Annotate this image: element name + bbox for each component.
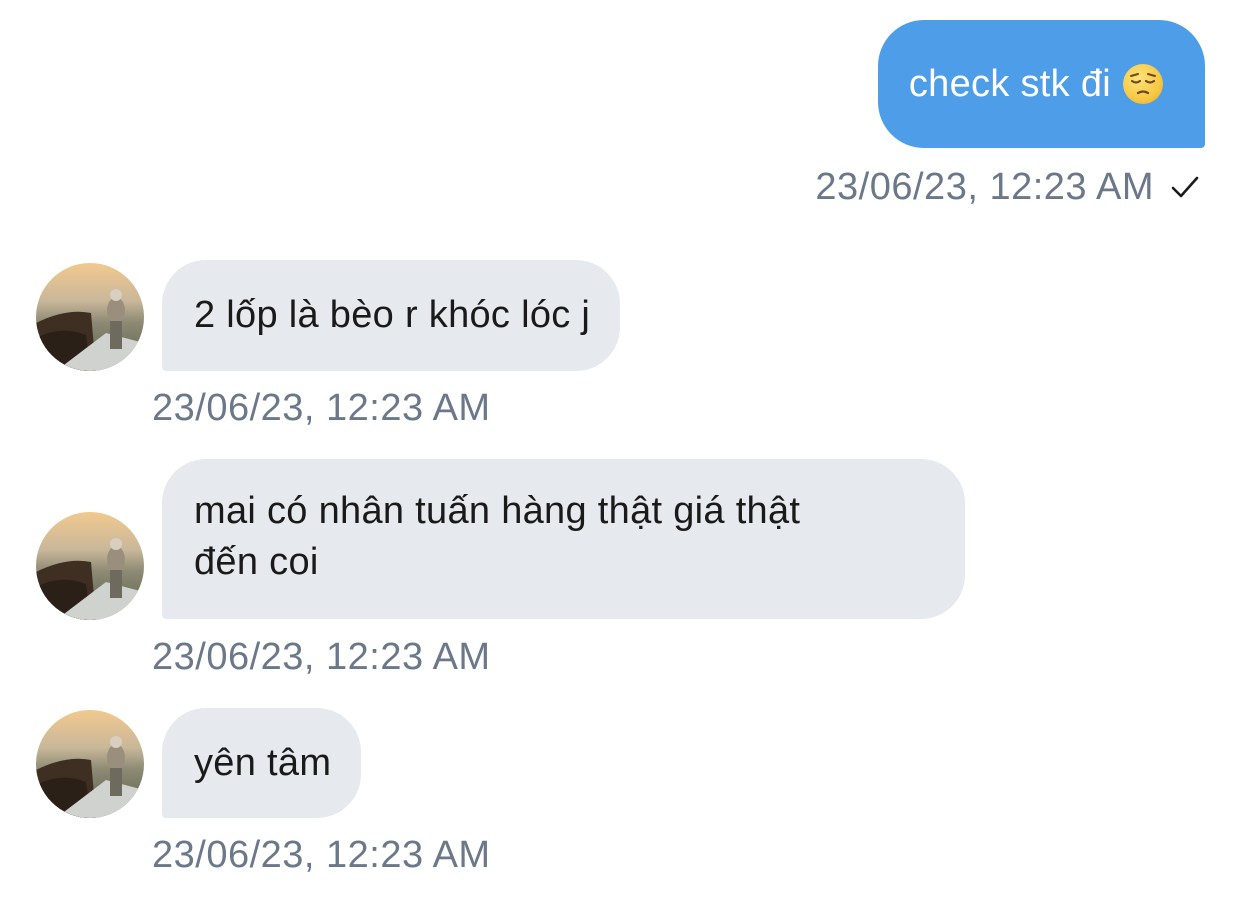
message-text-line: mai có nhân tuấn hàng thật giá thật — [194, 490, 801, 532]
message-text: yên tâm — [194, 741, 332, 784]
contact-avatar[interactable] — [36, 512, 144, 620]
message-timestamp: 23/06/23, 12:23 AM — [815, 166, 1154, 208]
incoming-message-bubble[interactable]: yên tâm — [162, 708, 362, 818]
message-text: check stk đi — [908, 62, 1111, 105]
contact-avatar[interactable] — [36, 710, 144, 818]
outgoing-message-meta: 23/06/23, 12:23 AM — [815, 165, 1200, 209]
message-text-line: đến coi — [194, 541, 319, 583]
contact-avatar[interactable] — [36, 263, 144, 371]
message-timestamp: 23/06/23, 12:23 AM — [152, 387, 491, 429]
incoming-message-bubble[interactable]: 2 lốp là bèo r khóc lóc j — [162, 260, 621, 371]
message-text: 2 lốp là bèo r khóc lóc j — [194, 294, 591, 336]
message-timestamp: 23/06/23, 12:23 AM — [152, 636, 491, 678]
message-timestamp: 23/06/23, 12:23 AM — [152, 834, 491, 876]
incoming-message-bubble[interactable]: mai có nhân tuấn hàng thật giá thật đến … — [162, 459, 965, 619]
outgoing-message-bubble[interactable]: check stk đi — [877, 20, 1205, 148]
pensive-face-emoji-icon — [1123, 64, 1163, 104]
checkmark-icon — [1170, 172, 1200, 202]
